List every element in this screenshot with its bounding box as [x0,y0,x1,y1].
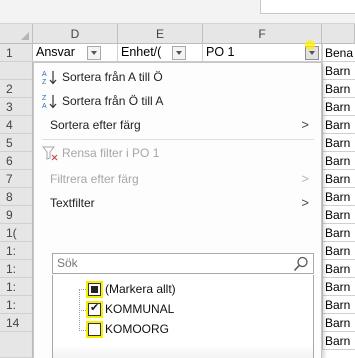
header-cell-ansvar[interactable]: Ansvar [33,44,118,62]
list-fade [53,345,313,358]
tree-line [79,330,88,331]
select-all-corner[interactable] [0,24,33,44]
highlight-marker [305,40,315,50]
row-header[interactable]: 1: [0,242,33,260]
kommunal-label[interactable]: KOMMUNAL [105,302,174,316]
text-filter-item[interactable]: Textfilter > [34,191,321,215]
clear-filter-item[interactable]: Rensa filter i PO 1 [34,141,321,165]
row-header[interactable]: 14 [0,314,33,332]
row-header[interactable]: 3 [0,98,33,116]
komoorg-checkbox[interactable] [88,323,101,336]
formula-area [0,0,355,24]
select-all-checkbox[interactable] [88,283,101,296]
chevron-right-icon: > [301,117,309,132]
filter-by-color-item[interactable]: Filtrera efter färg > [34,167,321,191]
sort-descending-item[interactable]: Z A Sortera från Ö till A [34,89,321,113]
sort-asc-icon: A Z [42,69,58,86]
cell-g[interactable]: Barn [322,314,355,332]
column-header-e[interactable]: E [118,24,203,44]
cell-g[interactable]: Barn [322,188,355,206]
sort-ascending-item[interactable]: A Z Sortera från A till Ö [34,65,321,89]
clear-filter-label: Rensa filter i PO 1 [62,146,160,160]
sort-desc-icon: Z A [42,93,58,110]
column-header-f[interactable]: F [203,24,322,44]
menu-separator [42,139,314,140]
row-header[interactable]: 1: [0,296,33,314]
cell-g[interactable]: Barn [322,170,355,188]
cell-g[interactable]: Barn [322,224,355,242]
filter-value-list: (Markera allt) KOMMUNAL KOMOORG [52,275,314,358]
name-box-area [260,0,355,14]
row-header[interactable]: 7 [0,170,33,188]
svg-text:A: A [42,71,47,78]
cell-g[interactable]: Barn [322,62,355,80]
header-cell-enhet[interactable]: Enhet/( [118,44,203,62]
search-placeholder: Sök [57,256,78,270]
row-header[interactable] [0,332,33,358]
svg-text:Z: Z [42,95,47,102]
cell-g[interactable]: Barn [322,152,355,170]
column-header-d[interactable]: D [33,24,118,44]
chevron-right-icon: > [301,171,309,186]
filter-dropdown-ansvar[interactable] [87,46,101,60]
select-all-label[interactable]: (Markera allt) [105,282,176,296]
cell-g[interactable]: Barn [322,332,355,350]
cell-g[interactable]: Barn [322,80,355,98]
cell-g[interactable]: Barn [322,278,355,296]
cell-g[interactable]: Barn [322,134,355,152]
sort-descending-label: Sortera från Ö till A [62,94,164,108]
row-header[interactable] [0,62,33,80]
header-cell-po1-label: PO 1 [206,45,235,59]
row-header[interactable]: 1: [0,260,33,278]
cell-g[interactable]: Barn [322,98,355,116]
sort-by-color-item[interactable]: Sortera efter färg > [34,113,321,137]
row-header[interactable]: 5 [0,134,33,152]
tree-line [79,310,88,311]
row-header-1[interactable]: 1 [0,44,33,62]
clear-filter-icon [41,145,58,161]
header-cell-ansvar-label: Ansvar [36,45,75,59]
header-cell-enhet-label: Enhet/( [121,45,162,59]
column-header-g[interactable] [322,24,355,44]
row-header[interactable]: 1: [0,278,33,296]
row-header[interactable]: 2 [0,80,33,98]
search-icon [293,256,309,272]
svg-text:Z: Z [42,79,47,85]
sort-ascending-label: Sortera från A till Ö [62,70,163,84]
row-header[interactable]: 6 [0,152,33,170]
row-header[interactable]: 9 [0,206,33,224]
chevron-right-icon: > [301,195,309,210]
cell-g[interactable]: Barn [322,206,355,224]
cell-g[interactable]: Barn [322,260,355,278]
svg-text:A: A [42,103,47,109]
text-filter-label: Textfilter [50,196,95,210]
autofilter-menu: A Z Sortera från A till Ö Z A Sortera fr… [33,62,322,358]
komoorg-label[interactable]: KOMOORG [105,322,169,336]
filter-by-color-label: Filtrera efter färg [50,172,139,186]
search-input[interactable]: Sök [52,253,314,274]
filter-dropdown-enhet[interactable] [172,46,186,60]
row-header[interactable]: 1( [0,224,33,242]
tree-line [79,289,88,290]
row-header[interactable]: 4 [0,116,33,134]
cell-g[interactable]: Barn [322,116,355,134]
sort-by-color-label: Sortera efter färg [50,118,141,132]
cell-g[interactable]: Barn [322,296,355,314]
cell-g[interactable]: Barn [322,242,355,260]
row-header[interactable]: 8 [0,188,33,206]
header-cell-g[interactable]: Bena [322,44,355,62]
kommunal-checkbox[interactable] [88,301,101,316]
